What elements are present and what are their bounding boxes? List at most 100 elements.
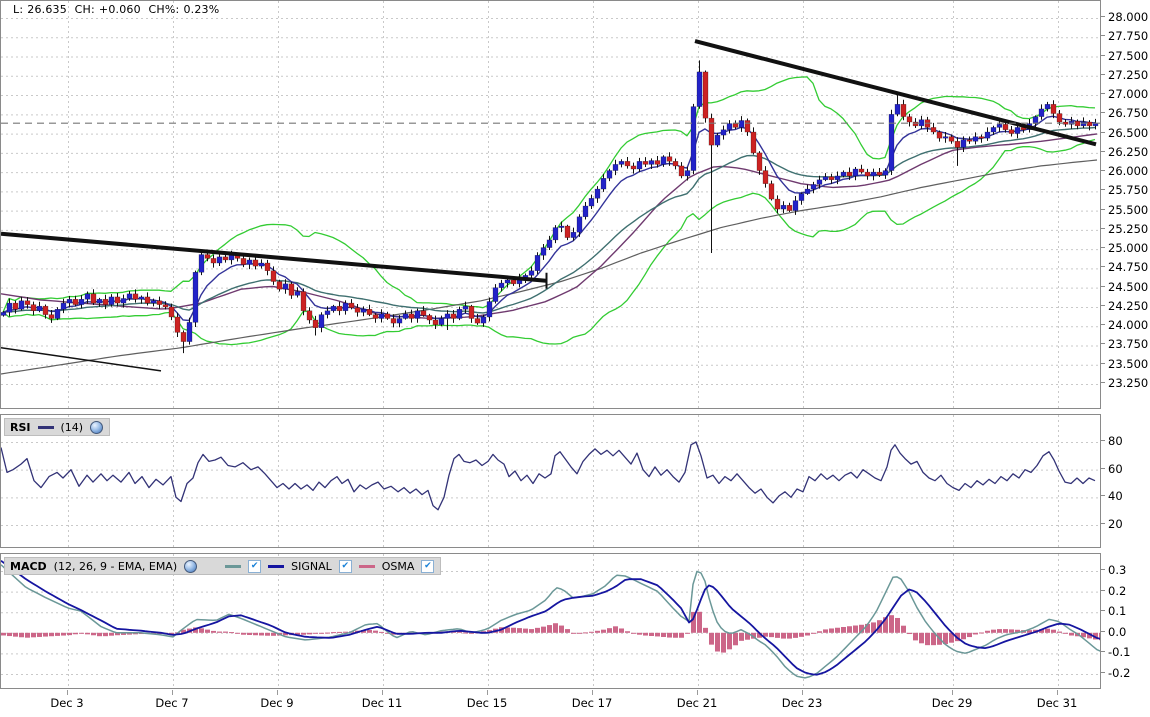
value-tick bbox=[1101, 324, 1105, 325]
value-tick bbox=[1101, 305, 1105, 306]
value-tick bbox=[1101, 247, 1105, 248]
value-tick bbox=[1101, 495, 1105, 496]
value-tick bbox=[1101, 112, 1105, 113]
value-tick-label: 0.1 bbox=[1108, 604, 1127, 618]
date-tick bbox=[697, 690, 698, 695]
date-tick-label: Dec 3 bbox=[50, 696, 84, 710]
value-tick-label: 25.000 bbox=[1108, 241, 1149, 255]
signal-checkbox[interactable]: ✔ bbox=[338, 559, 352, 573]
value-tick bbox=[1101, 569, 1105, 570]
value-tick-label: 24.000 bbox=[1108, 318, 1149, 332]
signal-line-swatch bbox=[268, 564, 285, 568]
value-tick bbox=[1101, 631, 1105, 632]
macd-panel: MACD (12, 26, 9 - EMA, EMA) ✔ SIGNAL ✔ O… bbox=[0, 553, 1101, 689]
value-tick-label: -0.1 bbox=[1108, 645, 1131, 659]
change-pct-label: CH%: bbox=[148, 3, 180, 16]
value-tick-label: 23.500 bbox=[1108, 357, 1149, 371]
value-tick-label: 28.000 bbox=[1108, 10, 1149, 24]
macd-header: MACD (12, 26, 9 - EMA, EMA) ✔ SIGNAL ✔ O… bbox=[4, 557, 442, 575]
change-label: CH: bbox=[74, 3, 95, 16]
macd-params: (12, 26, 9 - EMA, EMA) bbox=[53, 559, 178, 573]
value-tick bbox=[1101, 209, 1105, 210]
value-tick-label: 27.500 bbox=[1108, 49, 1149, 63]
value-axis: 28.000 27.750 27.500 27.250 27.000 26.750 26.5… bbox=[1100, 0, 1150, 717]
value-tick-label: 20 bbox=[1108, 517, 1123, 531]
osma-checkbox[interactable]: ✔ bbox=[421, 559, 435, 573]
value-tick-label: 26.500 bbox=[1108, 126, 1149, 140]
date-tick-label: Dec 17 bbox=[571, 696, 613, 710]
change-value: +0.060 bbox=[98, 3, 141, 16]
date-tick bbox=[172, 690, 173, 695]
value-tick bbox=[1101, 266, 1105, 267]
value-tick bbox=[1101, 523, 1105, 524]
rsi-header: RSI (14) bbox=[4, 418, 111, 436]
value-tick bbox=[1101, 132, 1105, 133]
date-tick bbox=[67, 690, 68, 695]
date-tick bbox=[1057, 690, 1058, 695]
price-chart-canvas[interactable] bbox=[1, 1, 1101, 409]
last-price-value: 26.635 bbox=[27, 3, 67, 16]
value-tick bbox=[1101, 151, 1105, 152]
rsi-params: (14) bbox=[60, 420, 84, 434]
date-tick-label: Dec 15 bbox=[466, 696, 508, 710]
trading-chart-app: L: 26.635 CH: +0.060 CH%: 0.23% RSI (14) MA… bbox=[0, 0, 1150, 717]
osma-swatch bbox=[358, 564, 375, 568]
rsi-chart-canvas[interactable] bbox=[1, 415, 1101, 547]
date-tick-label: Dec 21 bbox=[676, 696, 718, 710]
osma-label: OSMA bbox=[381, 559, 415, 573]
value-tick-label: 60 bbox=[1108, 462, 1123, 476]
value-tick bbox=[1101, 440, 1105, 441]
value-tick-label: 27.750 bbox=[1108, 29, 1149, 43]
date-tick bbox=[592, 690, 593, 695]
date-tick-label: Dec 11 bbox=[361, 696, 403, 710]
value-tick-label: 25.500 bbox=[1108, 203, 1149, 217]
value-tick bbox=[1101, 468, 1105, 469]
rsi-title: RSI bbox=[10, 420, 31, 434]
value-tick bbox=[1101, 74, 1105, 75]
value-tick-label: 24.750 bbox=[1108, 260, 1149, 274]
date-tick-label: Dec 31 bbox=[1036, 696, 1078, 710]
macd-line-swatch bbox=[225, 564, 242, 568]
value-tick-label: 24.250 bbox=[1108, 299, 1149, 313]
rsi-line-swatch bbox=[37, 425, 54, 429]
value-tick-label: 24.500 bbox=[1108, 280, 1149, 294]
date-tick bbox=[277, 690, 278, 695]
macd-line-checkbox[interactable]: ✔ bbox=[248, 559, 262, 573]
macd-title: MACD bbox=[10, 559, 47, 573]
date-axis: Dec 3 Dec 7 Dec 9 Dec 11 Dec 15 Dec 17 Dec 21 D… bbox=[0, 690, 1101, 717]
value-tick-label: 0.3 bbox=[1108, 563, 1127, 577]
value-tick-label: 25.250 bbox=[1108, 222, 1149, 236]
value-tick bbox=[1101, 610, 1105, 611]
value-tick bbox=[1101, 93, 1105, 94]
price-info: L: 26.635 CH: +0.060 CH%: 0.23% bbox=[13, 3, 223, 16]
value-tick-label: 25.750 bbox=[1108, 183, 1149, 197]
signal-label: SIGNAL bbox=[291, 559, 332, 573]
rsi-panel: RSI (14) bbox=[0, 414, 1101, 548]
value-tick-label: 26.000 bbox=[1108, 164, 1149, 178]
value-tick bbox=[1101, 590, 1105, 591]
value-tick bbox=[1101, 343, 1105, 344]
value-tick bbox=[1101, 286, 1105, 287]
value-tick-label: 0.0 bbox=[1108, 625, 1127, 639]
value-tick-label: 0.2 bbox=[1108, 584, 1127, 598]
change-pct-value: 0.23% bbox=[183, 3, 220, 16]
value-tick bbox=[1101, 170, 1105, 171]
value-tick-label: 40 bbox=[1108, 489, 1123, 503]
value-tick bbox=[1101, 16, 1105, 17]
date-tick-label: Dec 9 bbox=[260, 696, 294, 710]
value-tick-label: 27.000 bbox=[1108, 87, 1149, 101]
value-tick-label: -0.2 bbox=[1108, 666, 1131, 680]
rsi-settings-icon[interactable] bbox=[90, 420, 104, 434]
value-tick-label: 26.750 bbox=[1108, 106, 1149, 120]
date-tick bbox=[382, 690, 383, 695]
value-tick-label: 80 bbox=[1108, 434, 1123, 448]
macd-settings-icon[interactable] bbox=[184, 559, 198, 573]
value-tick bbox=[1101, 651, 1105, 652]
value-tick-label: 23.250 bbox=[1108, 376, 1149, 390]
value-tick bbox=[1101, 189, 1105, 190]
value-tick bbox=[1101, 672, 1105, 673]
value-tick bbox=[1101, 55, 1105, 56]
date-tick-label: Dec 7 bbox=[155, 696, 189, 710]
value-tick bbox=[1101, 35, 1105, 36]
value-tick-label: 23.750 bbox=[1108, 337, 1149, 351]
